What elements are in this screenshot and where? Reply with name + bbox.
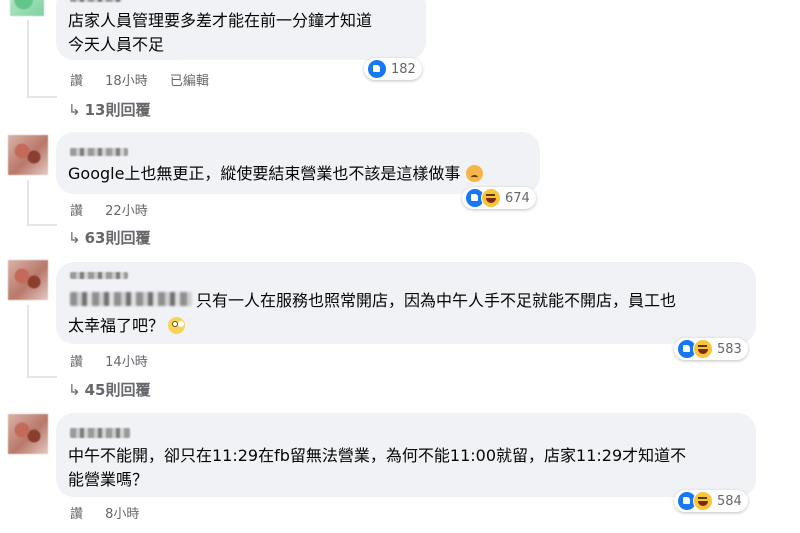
reaction-count: 584: [717, 493, 742, 509]
commenter-name[interactable]: [70, 428, 130, 438]
commenter-name[interactable]: [70, 272, 128, 279]
replies-count: 45則回覆: [84, 381, 151, 399]
haha-reaction-icon: [693, 339, 713, 359]
replies-count: 13則回覆: [84, 101, 151, 119]
comment-text-line: 只有一人在服務也照常開店，因為中午人手不足就能不開店，員工也: [196, 291, 677, 310]
avatar[interactable]: [10, 0, 44, 16]
thread-line: [27, 224, 57, 226]
comment-text-line: 能營業嗎？: [68, 470, 149, 489]
comment-meta: 讚 8小時: [70, 503, 157, 522]
avatar[interactable]: [8, 414, 48, 454]
haha-reaction-icon: [693, 491, 713, 511]
thread-line: [27, 180, 29, 226]
redacted-mention: [70, 292, 192, 306]
avatar[interactable]: [8, 260, 48, 300]
like-button[interactable]: 讚: [70, 507, 83, 522]
thread-line: [27, 20, 29, 98]
eye-roll-emoji-icon: [168, 317, 186, 334]
reply-arrow-icon: ↳: [68, 101, 81, 119]
commenter-name[interactable]: [70, 0, 122, 2]
comment-meta: 讚 18小時 已編輯: [70, 70, 227, 89]
replies-count: 63則回覆: [84, 229, 151, 247]
reaction-count: 674: [505, 190, 530, 206]
timestamp[interactable]: 18小時: [105, 74, 148, 89]
like-reaction-icon: [367, 59, 387, 79]
edited-label: 已編輯: [169, 74, 209, 89]
view-replies-button[interactable]: ↳ 63則回覆: [68, 227, 150, 248]
like-button[interactable]: 讚: [70, 74, 83, 89]
comment-text-line: 太幸福了吧？: [68, 314, 186, 337]
timestamp[interactable]: 22小時: [105, 204, 148, 219]
comment-text-line: Google上也無更正，縱使要結束營業也不該是這樣做事: [68, 162, 483, 185]
thread-line: [27, 376, 57, 378]
comment-text-line: 今天人員不足: [68, 35, 165, 54]
reaction-summary[interactable]: 584: [674, 490, 748, 512]
reply-arrow-icon: ↳: [68, 229, 81, 247]
thread-line: [27, 96, 57, 98]
reaction-count: 182: [391, 61, 416, 77]
haha-reaction-icon: [481, 188, 501, 208]
reaction-summary[interactable]: 583: [674, 338, 748, 360]
angry-emoji-icon: [465, 165, 483, 182]
timestamp[interactable]: 14小時: [105, 355, 148, 370]
avatar[interactable]: [8, 135, 48, 175]
comment-meta: 讚 14小時: [70, 351, 166, 370]
commenter-name[interactable]: [70, 148, 128, 156]
reaction-summary[interactable]: 182: [364, 58, 422, 80]
view-replies-button[interactable]: ↳ 45則回覆: [68, 379, 150, 400]
comment-text-line: 中午不能開，卻只在11:29在fb留無法營業，為何不能11:00就留，店家11:…: [68, 446, 687, 465]
thread-line: [27, 305, 29, 378]
reaction-summary[interactable]: 674: [462, 187, 536, 209]
reaction-count: 583: [717, 341, 742, 357]
view-replies-button[interactable]: ↳ 13則回覆: [68, 99, 150, 120]
like-button[interactable]: 讚: [70, 204, 83, 219]
comment-meta: 讚 22小時: [70, 200, 166, 219]
like-button[interactable]: 讚: [70, 355, 83, 370]
reply-arrow-icon: ↳: [68, 381, 81, 399]
timestamp[interactable]: 8小時: [105, 507, 139, 522]
comment-text-line: 店家人員管理要多差才能在前一分鐘才知道: [68, 11, 373, 30]
